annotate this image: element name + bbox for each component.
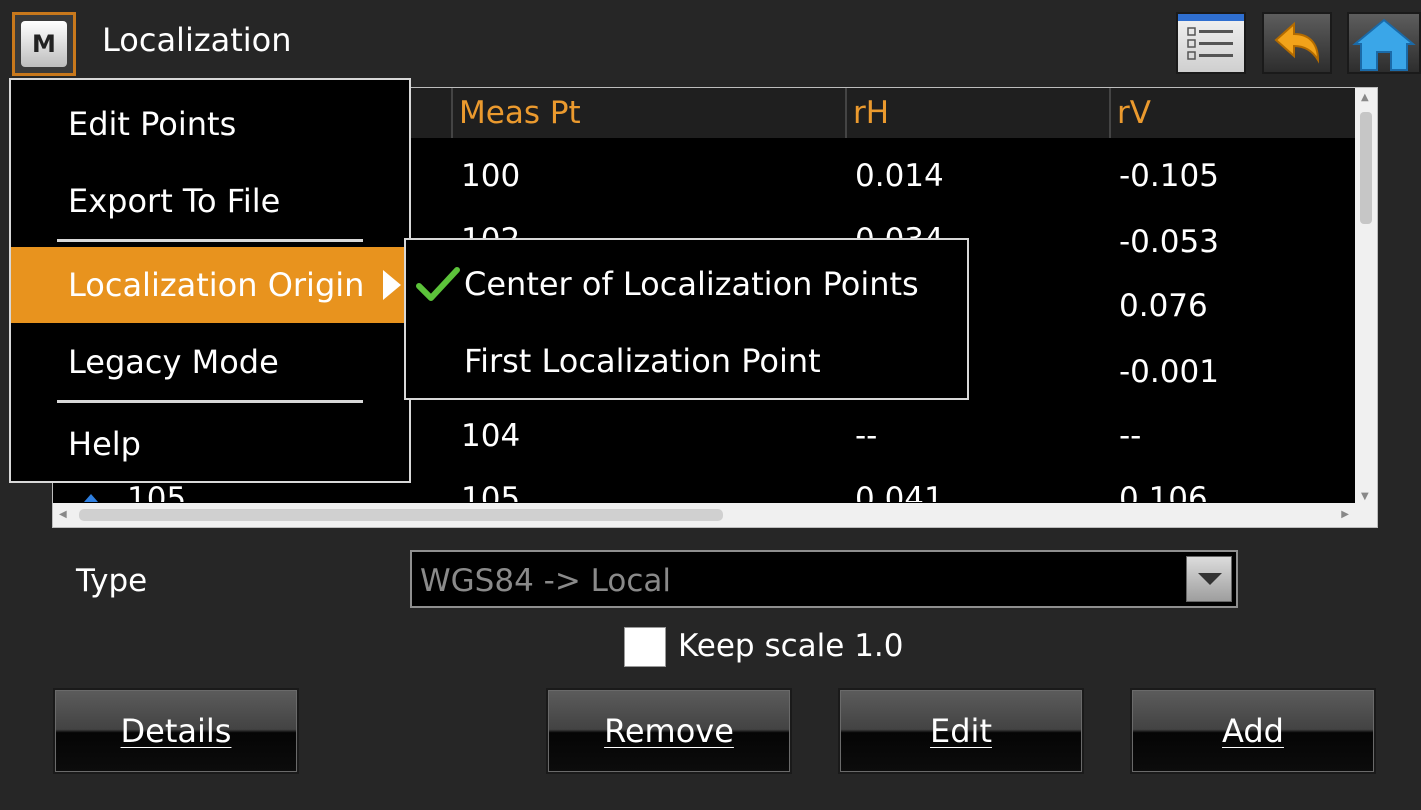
title-bar: M Localization [0,0,1421,82]
table-cell-rv: 0.106 [1119,481,1208,502]
horizontal-scrollbar[interactable]: ◀ ▶ [53,503,1355,527]
edit-button[interactable]: Edit [838,688,1084,774]
point-marker-icon [75,482,115,502]
submenu-arrow-icon [383,270,401,300]
remove-button-label: Remove [604,712,734,750]
checkmark-icon [416,267,460,301]
table-cell-rv: -- [1119,418,1142,454]
menu-item-legacy-mode[interactable]: Legacy Mode [11,324,409,400]
vertical-scroll-thumb[interactable] [1360,112,1372,224]
menu-separator [57,400,363,403]
add-button[interactable]: Add [1130,688,1376,774]
remove-button[interactable]: Remove [546,688,792,774]
menu-item-label: Localization Origin [68,266,365,304]
column-header-meas-pt[interactable]: Meas Pt [451,88,845,138]
table-cell-meas-pt: 100 [461,158,521,194]
type-label: Type [76,563,148,599]
scroll-down-icon[interactable]: ▼ [1361,491,1369,502]
main-menu: Edit Points Export To File Localization … [9,78,411,483]
menu-item-localization-origin[interactable]: Localization Origin [11,247,409,323]
submenu-item-first-localization-point[interactable]: First Localization Point [464,342,821,380]
menu-separator [57,239,363,242]
table-cell-rv: -0.105 [1119,158,1219,194]
keep-scale-checkbox[interactable] [624,627,666,667]
column-header-rv[interactable]: rV [1109,88,1355,138]
scroll-right-icon[interactable]: ▶ [1341,509,1349,520]
horizontal-scroll-thumb[interactable] [79,509,723,521]
table-cell-meas-pt: 104 [461,418,521,454]
table-cell-point: 105 [127,481,187,502]
details-button-label: Details [120,712,232,750]
chevron-down-icon[interactable] [1186,556,1232,602]
menu-button-label: M [21,21,67,67]
scroll-left-icon[interactable]: ◀ [59,509,67,520]
table-cell-rh: 0.041 [855,481,944,502]
undo-arrow-icon[interactable] [1262,12,1332,74]
vertical-scrollbar[interactable]: ▲ ▼ [1355,88,1377,504]
table-cell-meas-pt: 105 [461,481,521,502]
menu-item-label: Edit Points [68,105,237,143]
table-cell-rh: 0.014 [855,158,944,194]
list-view-icon[interactable] [1176,12,1246,74]
details-button[interactable]: Details [53,688,299,774]
menu-item-label: Help [68,425,141,463]
home-icon[interactable] [1347,12,1421,74]
page-title: Localization [102,21,292,59]
column-header-rh[interactable]: rH [845,88,1109,138]
menu-item-edit-points[interactable]: Edit Points [11,86,409,162]
table-cell-rv: -0.001 [1119,354,1219,390]
main-menu-button[interactable]: M [12,12,76,76]
type-select[interactable]: WGS84 -> Local [410,550,1238,608]
scroll-up-icon[interactable]: ▲ [1361,92,1369,103]
table-cell-rv: -0.053 [1119,224,1219,260]
edit-button-label: Edit [930,712,992,750]
menu-item-help[interactable]: Help [11,406,409,482]
localization-origin-submenu: Center of Localization Points First Loca… [404,238,969,400]
keep-scale-label[interactable]: Keep scale 1.0 [678,628,904,664]
menu-item-label: Legacy Mode [68,343,279,381]
menu-item-export-to-file[interactable]: Export To File [11,163,409,239]
add-button-label: Add [1222,712,1284,750]
menu-item-label: Export To File [68,182,281,220]
submenu-item-center-of-localization-points[interactable]: Center of Localization Points [464,265,919,303]
table-cell-rh: -- [855,418,878,454]
scrollbar-corner [1355,503,1377,527]
type-select-value: WGS84 -> Local [420,563,672,599]
table-cell-rv: 0.076 [1119,288,1208,324]
